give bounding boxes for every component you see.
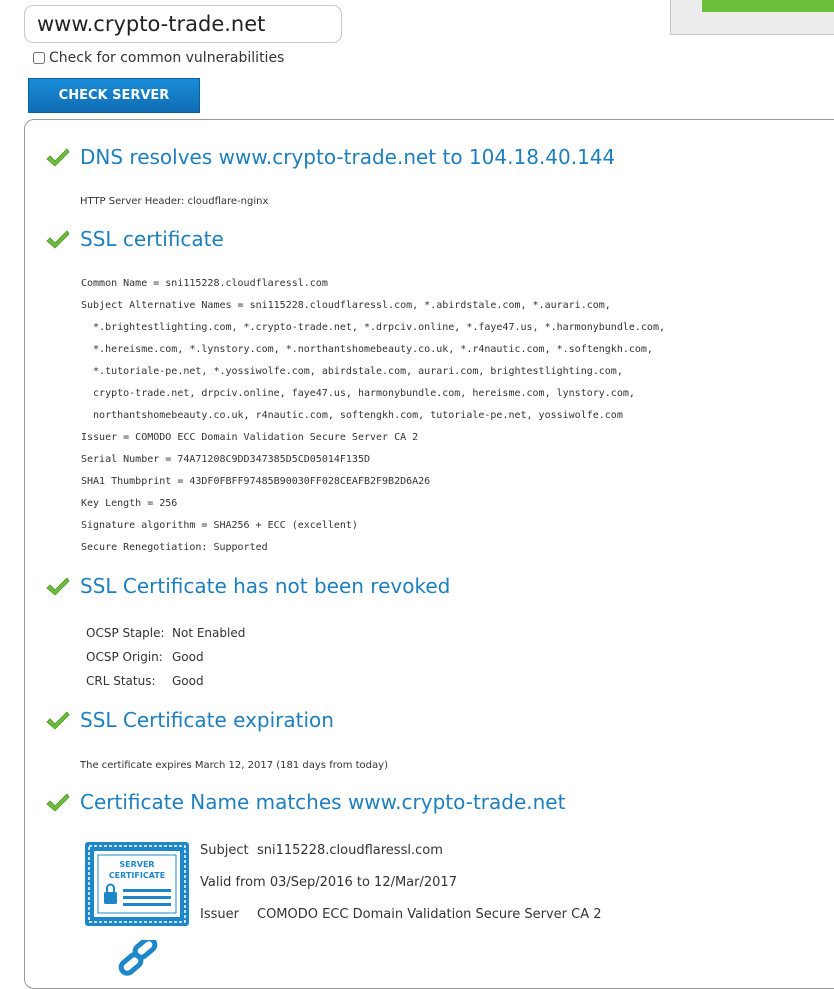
cert-san-line: northantshomebeauty.co.uk, r4nautic.com,… xyxy=(81,410,623,421)
cert-key-length: Key Length = 256 xyxy=(81,498,178,509)
cert-serial-number: Serial Number = 74A71208C9DD347385D5CD05… xyxy=(81,454,370,465)
vulnerabilities-option[interactable]: Check for common vulnerabilities xyxy=(33,50,284,66)
cert-san-line: crypto-trade.net, drpciv.online, faye47.… xyxy=(81,388,635,399)
badge-line-1: SERVER xyxy=(119,860,154,869)
cert-common-name: Common Name = sni115228.cloudflaressl.co… xyxy=(81,278,328,289)
ssl-certificate-title: SSL certificate xyxy=(80,227,224,251)
ocsp-origin-label: OCSP Origin: xyxy=(86,650,163,664)
cert-signature-algorithm: Signature algorithm = SHA256 + ECC (exce… xyxy=(81,520,358,531)
cert-sha1-thumbprint: SHA1 Thumbprint = 43DF0FBFF97485B90030FF… xyxy=(81,476,431,487)
dns-title: DNS resolves www.crypto-trade.net to 104… xyxy=(80,145,616,169)
check-server-button[interactable]: CHECK SERVER xyxy=(28,78,200,113)
vulnerabilities-label: Check for common vulnerabilities xyxy=(49,50,285,66)
top-right-widget xyxy=(670,0,834,35)
server-certificate-icon: SERVER CERTIFICATE xyxy=(85,842,189,926)
check-icon xyxy=(46,230,70,249)
hostname-input[interactable] xyxy=(24,5,342,43)
expiration-title: SSL Certificate expiration xyxy=(80,708,334,732)
expiration-text: The certificate expires March 12, 2017 (… xyxy=(80,760,388,771)
cert-san-line: *.tutoriale-pe.net, *.yossiwolfe.com, ab… xyxy=(81,366,623,377)
cert-san-line: *.hereisme.com, *.lynstory.com, *.northa… xyxy=(81,344,653,355)
ocsp-staple-label: OCSP Staple: xyxy=(86,626,165,640)
chain-link-icon xyxy=(118,940,158,976)
ocsp-origin-value: Good xyxy=(172,650,204,664)
vulnerabilities-checkbox[interactable] xyxy=(33,52,45,64)
cert-secure-renegotiation: Secure Renegotiation: Supported xyxy=(81,542,268,553)
check-icon xyxy=(46,148,70,167)
check-icon xyxy=(46,577,70,596)
revocation-title: SSL Certificate has not been revoked xyxy=(80,574,451,598)
ocsp-staple-value: Not Enabled xyxy=(172,626,246,640)
crl-status-value: Good xyxy=(172,674,204,688)
server-header-text: HTTP Server Header: cloudflare-nginx xyxy=(80,196,269,207)
cert-issuer-value: COMODO ECC Domain Validation Secure Serv… xyxy=(257,907,602,922)
badge-line-2: CERTIFICATE xyxy=(109,871,165,880)
crl-status-label: CRL Status: xyxy=(86,674,156,688)
cert-subject-value: sni115228.cloudflaressl.com xyxy=(257,843,443,858)
check-icon xyxy=(46,711,70,730)
cert-issuer-label: Issuer xyxy=(200,907,239,922)
cert-issuer: Issuer = COMODO ECC Domain Validation Se… xyxy=(81,432,419,443)
cert-san-line: Subject Alternative Names = sni115228.cl… xyxy=(81,300,611,311)
name-match-title: Certificate Name matches www.crypto-trad… xyxy=(80,790,566,814)
check-icon xyxy=(46,793,70,812)
green-bar xyxy=(702,0,834,12)
cert-san-line: *.brightestlighting.com, *.crypto-trade.… xyxy=(81,322,665,333)
cert-valid-dates: Valid from 03/Sep/2016 to 12/Mar/2017 xyxy=(200,875,457,890)
cert-subject-label: Subject xyxy=(200,843,249,858)
